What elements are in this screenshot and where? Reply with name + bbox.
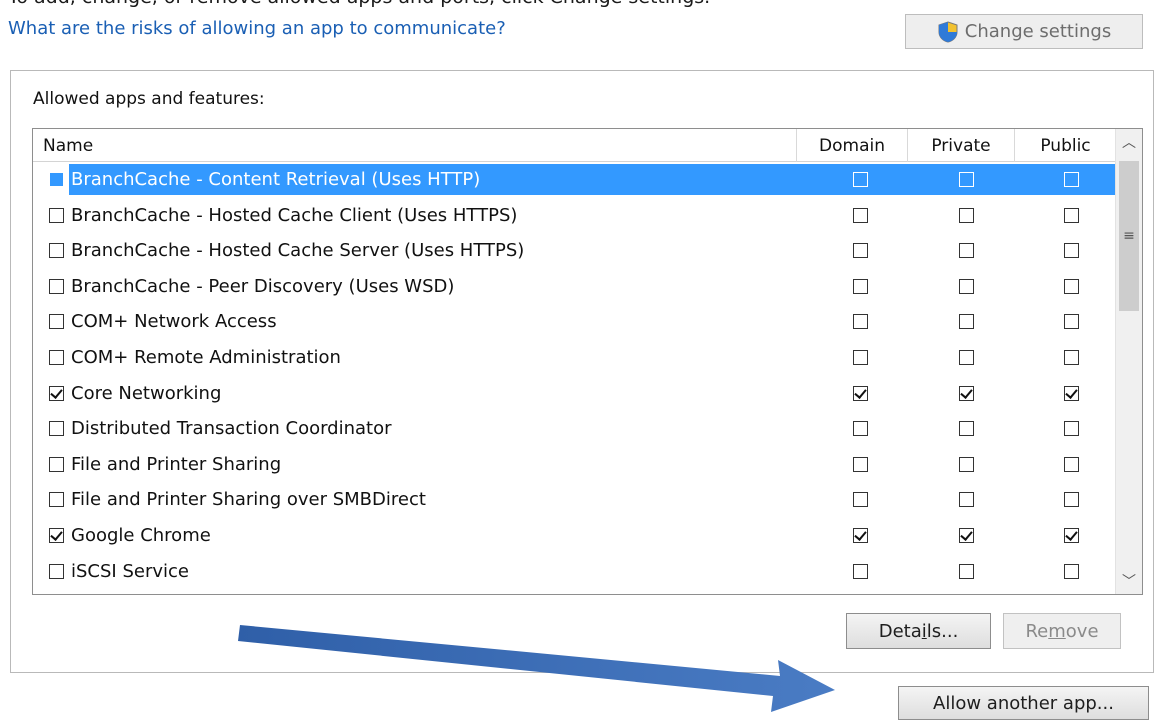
annotation-arrow-icon	[238, 625, 835, 712]
